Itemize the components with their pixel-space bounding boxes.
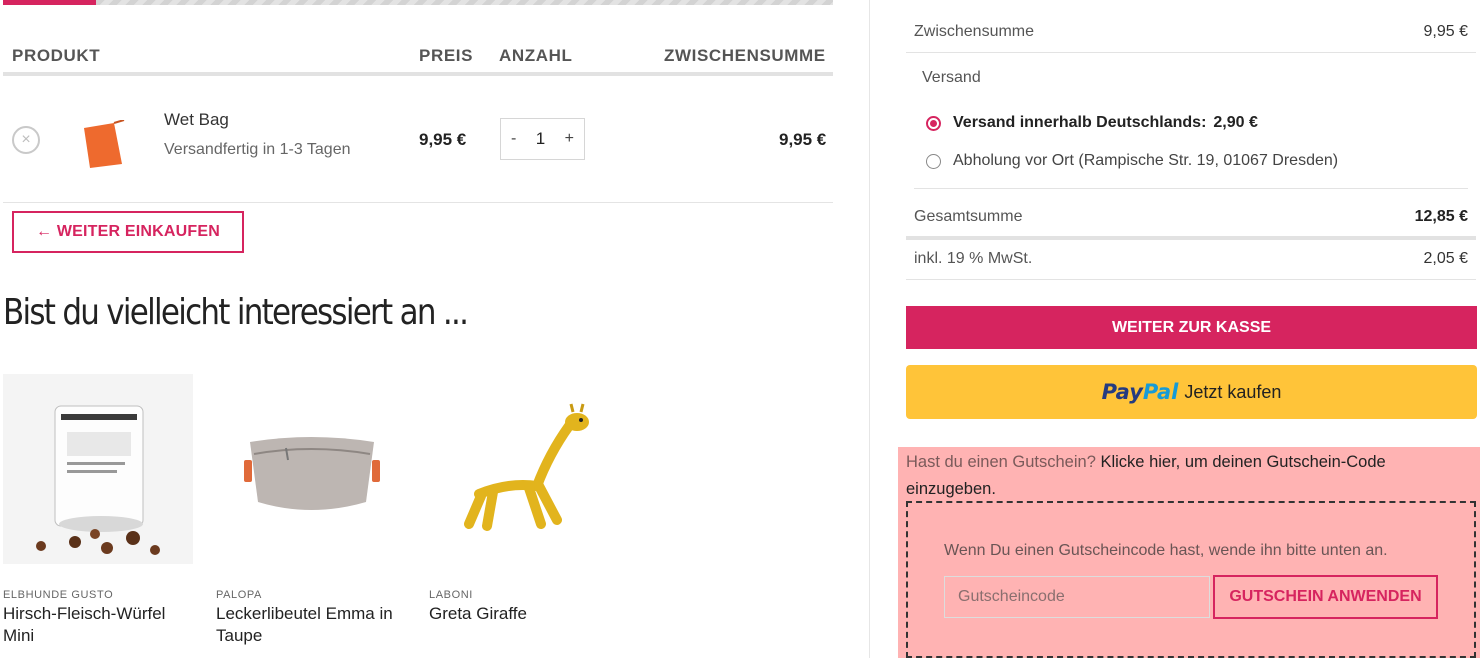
coupon-notice: Hast du einen Gutschein? Klicke hier, um… [906, 449, 1466, 503]
product-title[interactable]: Greta Giraffe [429, 603, 619, 625]
header-product: PRODUKT [12, 46, 101, 65]
belt-bag-image [244, 437, 380, 510]
column-divider [869, 0, 870, 658]
header-quantity: ANZAHL [499, 46, 573, 65]
product-image[interactable] [429, 374, 619, 564]
product-card[interactable]: PALOPA Leckerlibeutel Emma in Taupe [216, 374, 406, 647]
qty-decrement-button[interactable]: - [511, 130, 516, 148]
product-title[interactable]: Hirsch-Fleisch-Würfel Mini [3, 603, 193, 647]
treat-bag-image [3, 374, 193, 564]
product-card[interactable]: ELBHUNDE GUSTO Hirsch-Fleisch-Würfel Min… [3, 374, 193, 647]
product-brand: LABONI [429, 589, 473, 601]
totals-divider [906, 52, 1476, 53]
continue-shopping-button[interactable]: ← WEITER EINKAUFEN [12, 211, 244, 253]
item-price: 9,95 € [419, 130, 467, 149]
header-divider [3, 72, 833, 76]
subtotal-value: 9,95 € [1423, 23, 1468, 40]
tax-label: inkl. 19 % MwSt. [914, 250, 1033, 267]
product-title[interactable]: Leckerlibeutel Emma in Taupe [216, 603, 406, 647]
apply-coupon-button[interactable]: GUTSCHEIN ANWENDEN [1213, 575, 1438, 619]
coupon-code-input[interactable] [944, 576, 1210, 618]
product-card[interactable]: LABONI Greta Giraffe [429, 374, 619, 625]
shipping-divider [914, 188, 1468, 189]
row-divider [3, 202, 833, 203]
subtotal-label: Zwischensumme [914, 23, 1035, 40]
shipping-option-label[interactable]: Versand innerhalb Deutschlands: [953, 114, 1206, 132]
progress-fill [3, 0, 96, 5]
shipping-option-label[interactable]: Abholung vor Ort (Rampische Str. 19, 010… [953, 152, 1338, 170]
product-image[interactable] [216, 374, 406, 564]
total-label: Gesamtsumme [914, 208, 1023, 225]
qty-value[interactable]: 1 [536, 129, 545, 149]
paypal-button-label: Jetzt kaufen [1184, 381, 1282, 402]
total-value: 12,85 € [1414, 208, 1468, 225]
paypal-logo: PayPal [1101, 380, 1179, 404]
remove-item-button[interactable]: × [12, 126, 40, 154]
product-name[interactable]: Wet Bag [164, 110, 229, 130]
shipping-status: Versandfertig in 1-3 Tagen [164, 141, 351, 158]
header-price: PREIS [419, 46, 474, 65]
shipping-option-pickup[interactable]: Abholung vor Ort (Rampische Str. 19, 010… [926, 152, 1338, 170]
progress-track [3, 0, 833, 5]
product-brand: PALOPA [216, 589, 262, 601]
shipping-radio-selected[interactable] [926, 115, 941, 131]
tax-divider [906, 279, 1476, 280]
shipping-radio[interactable] [926, 153, 941, 169]
total-divider [906, 236, 1476, 240]
quantity-stepper[interactable]: - 1 + [500, 118, 585, 160]
giraffe-toy-image [464, 403, 589, 531]
tax-value: 2,05 € [1423, 250, 1468, 267]
shipping-label: Versand [922, 69, 981, 86]
upsell-heading: Bist du vielleicht interessiert an ... [3, 292, 469, 333]
checkout-button[interactable]: WEITER ZUR KASSE [906, 306, 1477, 349]
product-thumbnail[interactable] [80, 119, 126, 170]
item-subtotal: 9,95 € [779, 130, 827, 149]
coupon-question: Hast du einen Gutschein? [906, 453, 1096, 471]
qty-increment-button[interactable]: + [565, 130, 574, 148]
wet-bag-image [84, 119, 125, 168]
product-image[interactable] [3, 374, 193, 564]
shipping-option-delivery[interactable]: Versand innerhalb Deutschlands: 2,90 € [926, 114, 1258, 132]
coupon-hint: Wenn Du einen Gutscheincode hast, wende … [944, 542, 1388, 559]
shipping-option-price: 2,90 € [1213, 114, 1258, 131]
paypal-button[interactable]: PayPal Jetzt kaufen [906, 365, 1477, 419]
header-subtotal: ZWISCHENSUMME [664, 46, 826, 65]
product-brand: ELBHUNDE GUSTO [3, 589, 114, 601]
